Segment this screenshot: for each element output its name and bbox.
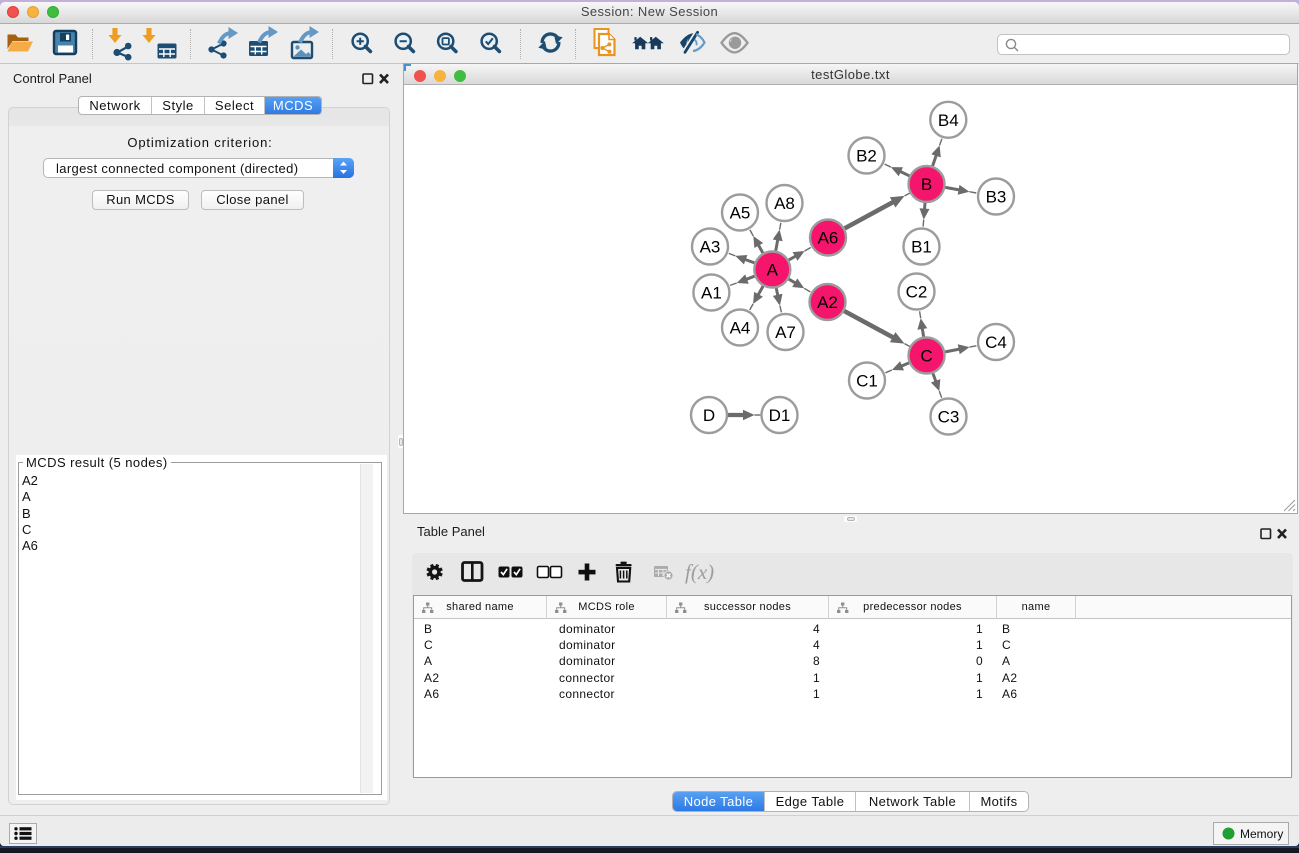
svg-text:B2: B2	[856, 147, 877, 166]
svg-text:A: A	[767, 261, 779, 280]
svg-text:C1: C1	[856, 372, 878, 391]
svg-text:B3: B3	[986, 188, 1007, 207]
svg-text:B4: B4	[938, 111, 959, 130]
svg-text:C2: C2	[906, 283, 928, 302]
svg-text:D: D	[703, 406, 715, 425]
svg-text:B: B	[921, 175, 932, 194]
svg-text:D1: D1	[769, 406, 791, 425]
svg-text:A6: A6	[818, 229, 839, 248]
svg-text:A5: A5	[730, 204, 751, 223]
svg-text:C4: C4	[985, 333, 1007, 352]
svg-text:A7: A7	[775, 323, 796, 342]
svg-text:f(x): f(x)	[685, 560, 714, 584]
svg-text:A1: A1	[701, 284, 722, 303]
svg-text:B1: B1	[911, 238, 932, 257]
svg-text:A8: A8	[774, 194, 795, 213]
svg-text:C: C	[920, 347, 932, 366]
svg-text:C3: C3	[938, 408, 960, 427]
svg-text:A4: A4	[730, 319, 751, 338]
svg-text:A3: A3	[700, 238, 721, 257]
svg-text:A2: A2	[817, 293, 838, 312]
